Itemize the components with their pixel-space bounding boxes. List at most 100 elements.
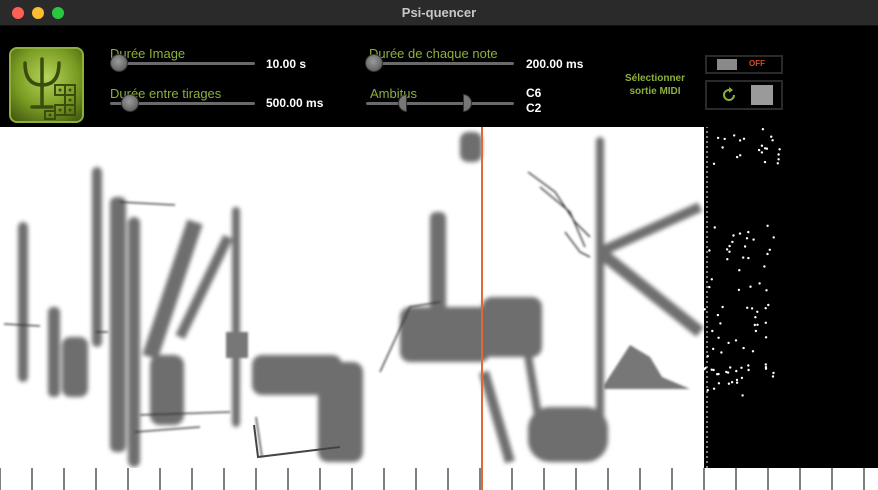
- scatter-edge-dot: [706, 236, 708, 238]
- scatter-edge-dot: [706, 426, 708, 428]
- scatter-dot: [743, 245, 747, 248]
- scatter-edge-dot: [706, 311, 708, 313]
- scatter-edge-dot: [706, 401, 708, 403]
- scatter-dot: [778, 148, 781, 151]
- scatter-dot: [751, 350, 755, 353]
- image-duration-value: 10.00 s: [266, 57, 307, 71]
- scatter-dot: [754, 329, 758, 333]
- scatter-dot: [723, 137, 726, 141]
- scatter-dot: [764, 321, 767, 324]
- scatter-dot: [747, 368, 750, 372]
- scatter-dot: [738, 139, 742, 142]
- scatter-edge-dot: [706, 416, 708, 418]
- scatter-dot: [747, 364, 750, 367]
- image-duration-knob[interactable]: [110, 54, 128, 72]
- scatter-dot: [735, 155, 739, 159]
- range-low-value: C2: [526, 101, 542, 115]
- scatter-dot: [758, 282, 761, 285]
- control-panel: Durée Image 10.00 s Durée entre tirages …: [0, 26, 878, 126]
- toggle-handle[interactable]: [717, 59, 737, 70]
- scatter-edge-dot: [706, 221, 708, 223]
- scatter-edge-dot: [706, 346, 708, 348]
- midi-label-line1: Sélectionner: [624, 73, 686, 84]
- range-slider[interactable]: [366, 102, 514, 105]
- scatter-dot: [739, 154, 742, 157]
- range-low-knob[interactable]: [398, 94, 407, 112]
- scatter-dot: [726, 258, 729, 261]
- scatter-dot: [738, 269, 741, 272]
- scatter-dot: [711, 329, 714, 333]
- scatter-dot: [766, 224, 769, 227]
- scatter-dot: [772, 236, 775, 239]
- keyboard-keys: [0, 468, 865, 490]
- scatter-dot: [727, 341, 730, 345]
- scatter-points: [703, 126, 781, 468]
- scatter-edge-dot: [706, 326, 708, 328]
- scatter-dot: [771, 139, 774, 142]
- draw-interval-knob[interactable]: [121, 94, 139, 112]
- scatter-dot: [713, 226, 716, 229]
- scatter-dot: [742, 256, 745, 259]
- scatter-edge-dot: [706, 381, 708, 383]
- midi-label-line2: sortie MIDI: [629, 86, 681, 97]
- scatter-dot: [712, 347, 715, 351]
- scatter-dot: [703, 308, 706, 311]
- scatter-edge-dot: [706, 151, 708, 153]
- scatter-dot: [767, 303, 770, 307]
- scatter-edge-dot: [706, 176, 708, 178]
- scatter-dot: [742, 137, 746, 140]
- image-duration-slider[interactable]: [110, 62, 255, 65]
- scatter-dot: [760, 144, 764, 147]
- draw-interval-value: 500.00 ms: [266, 96, 324, 110]
- scatter-edge-dot: [706, 321, 708, 323]
- refresh-icon[interactable]: [721, 87, 737, 103]
- image-canvas[interactable]: [0, 127, 704, 468]
- midi-output-toggle[interactable]: OFF: [705, 55, 783, 74]
- midi-select-button[interactable]: [751, 85, 773, 105]
- scatter-dot: [747, 256, 750, 260]
- scatter-edge-dot: [706, 456, 708, 458]
- scatter-edge-dot: [706, 281, 708, 283]
- scatter-dot: [741, 394, 744, 397]
- scatter-dot: [749, 285, 752, 288]
- scatter-edge-dot: [706, 256, 708, 258]
- scatter-dot: [772, 371, 775, 375]
- scatter-dot: [720, 351, 723, 354]
- note-scatter-panel: [703, 126, 878, 468]
- scatter-dot: [721, 305, 724, 309]
- note-duration-slider[interactable]: [366, 62, 514, 65]
- toggle-state-text: OFF: [749, 59, 765, 68]
- scatter-dot: [776, 162, 779, 165]
- scatter-dot: [733, 134, 736, 137]
- scatter-edge-dot: [706, 286, 708, 288]
- scatter-dot: [761, 128, 765, 131]
- scatter-edge-dot: [706, 306, 708, 308]
- scatter-edge-dot: [706, 266, 708, 268]
- scatter-dot: [766, 252, 769, 256]
- scatter-edge-dot: [706, 216, 708, 218]
- scatter-dot: [725, 370, 728, 374]
- scatter-dot: [716, 136, 720, 140]
- range-high-knob[interactable]: [463, 94, 472, 112]
- scatter-edge-dot: [706, 226, 708, 228]
- scatter-dot: [747, 230, 750, 234]
- scatter-dot: [742, 346, 745, 350]
- scatter-dot: [765, 289, 768, 292]
- scatter-edge-dot: [706, 431, 708, 433]
- scatter-edge-dot: [706, 291, 708, 293]
- note-duration-knob[interactable]: [365, 54, 383, 72]
- scatter-dot: [753, 323, 756, 327]
- scatter-dot: [710, 368, 713, 371]
- scatter-edge-dot: [706, 186, 708, 188]
- scatter-edge-dot: [706, 391, 708, 393]
- scatter-dot: [735, 369, 738, 373]
- midi-output-label: Sélectionner sortie MIDI: [614, 72, 696, 98]
- scatter-dot: [745, 237, 749, 240]
- scatter-edge-dot: [706, 196, 708, 198]
- scatter-edge-dot: [706, 136, 708, 138]
- scatter-dot: [738, 232, 742, 235]
- scatter-dot: [764, 363, 767, 366]
- playhead-line[interactable]: [481, 127, 483, 490]
- range-high-value: C6: [526, 86, 542, 100]
- scatter-dot: [735, 381, 739, 384]
